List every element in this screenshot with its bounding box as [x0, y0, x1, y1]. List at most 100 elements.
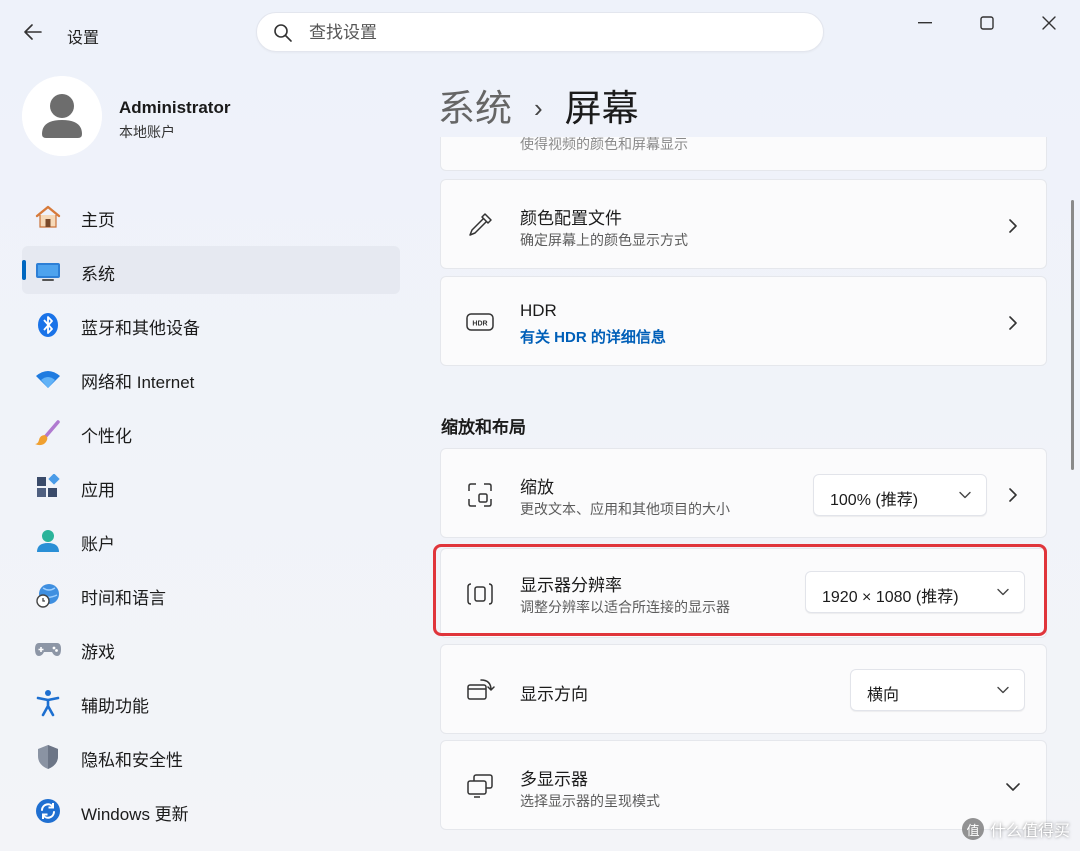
brush-icon: [34, 420, 62, 446]
hdr-info-link[interactable]: 有关 HDR 的详细信息: [520, 326, 666, 347]
sidebar-item-windows-update[interactable]: Windows 更新: [22, 786, 400, 834]
sidebar-item-label: 隐私和安全性: [81, 751, 183, 770]
resolution-subtitle: 调整分辨率以适合所连接的显示器: [520, 599, 730, 615]
title-bar: 设置: [0, 0, 1080, 64]
orientation-icon: [465, 675, 495, 705]
chevron-right-icon: [1004, 216, 1022, 236]
sidebar-item-accessibility[interactable]: 辅助功能: [22, 678, 400, 726]
settings-window: 设置 Administrator 本地账户 主页: [0, 0, 1080, 851]
orientation-card[interactable]: 显示方向 横向: [440, 644, 1047, 734]
partial-card[interactable]: 使得视频的颜色和屏幕显示: [440, 137, 1047, 171]
resolution-card[interactable]: 显示器分辨率 调整分辨率以适合所连接的显示器 1920 × 1080 (推荐): [440, 548, 1047, 638]
sidebar-item-label: 时间和语言: [81, 589, 166, 608]
multiple-displays-icon: [465, 771, 495, 801]
chevron-right-icon: [1004, 313, 1022, 333]
scale-title: 缩放: [520, 478, 554, 497]
chevron-down-icon: [997, 686, 1009, 694]
sidebar-item-label: 网络和 Internet: [81, 373, 195, 392]
close-button[interactable]: [1026, 8, 1072, 38]
arrow-left-icon: [24, 24, 42, 40]
sidebar-nav: 主页 系统 蓝牙和其他设备 网络和 Internet 个性化 应用 账户 时间和…: [22, 192, 400, 840]
sidebar-item-network[interactable]: 网络和 Internet: [22, 354, 400, 402]
eyedropper-icon: [465, 210, 495, 240]
scale-card[interactable]: 缩放 更改文本、应用和其他项目的大小 100% (推荐): [440, 448, 1047, 538]
multi-display-subtitle: 选择显示器的呈现模式: [520, 793, 660, 809]
color-profile-card[interactable]: 颜色配置文件 确定屏幕上的颜色显示方式: [440, 179, 1047, 269]
orientation-dropdown[interactable]: 横向: [850, 669, 1025, 711]
maximize-button[interactable]: [964, 8, 1010, 38]
breadcrumb-separator: ›: [534, 93, 543, 123]
scrollbar-thumb[interactable]: [1071, 200, 1074, 470]
gamepad-icon: [34, 636, 62, 662]
resolution-title: 显示器分辨率: [520, 576, 622, 595]
orientation-dropdown-value: 横向: [867, 687, 900, 704]
color-profile-title: 颜色配置文件: [520, 209, 622, 228]
color-profile-subtitle: 确定屏幕上的颜色显示方式: [520, 232, 688, 248]
clock-globe-icon: [34, 582, 62, 608]
sidebar-item-accounts[interactable]: 账户: [22, 516, 400, 564]
sidebar-item-label: 系统: [81, 265, 115, 284]
apps-icon: [34, 474, 62, 500]
scale-subtitle: 更改文本、应用和其他项目的大小: [520, 501, 730, 517]
chevron-down-icon: [997, 588, 1009, 596]
settings-content: 使得视频的颜色和屏幕显示 颜色配置文件 确定屏幕上的颜色显示方式 HDR HDR…: [440, 137, 1052, 851]
update-icon: [34, 798, 62, 824]
active-indicator: [22, 260, 26, 280]
hdr-card[interactable]: HDR HDR 有关 HDR 的详细信息: [440, 276, 1047, 366]
sidebar-item-gaming[interactable]: 游戏: [22, 624, 400, 672]
hdr-title: HDR: [520, 301, 557, 320]
sidebar-item-personalization[interactable]: 个性化: [22, 408, 400, 456]
sidebar-item-system[interactable]: 系统: [22, 246, 400, 294]
minimize-button[interactable]: [902, 8, 948, 38]
sidebar-item-bluetooth[interactable]: 蓝牙和其他设备: [22, 300, 400, 348]
resolution-dropdown-value: 1920 × 1080 (推荐): [822, 589, 959, 606]
sidebar-item-home[interactable]: 主页: [22, 192, 400, 240]
sidebar-item-label: 主页: [81, 211, 115, 230]
sidebar-item-label: 个性化: [81, 427, 132, 446]
search-icon: [274, 24, 292, 42]
resolution-icon: [465, 579, 495, 609]
watermark-text: 什么值得买: [989, 823, 1070, 840]
home-icon: [34, 204, 62, 230]
svg-text:HDR: HDR: [472, 321, 487, 328]
chevron-down-icon: [959, 491, 971, 499]
app-title: 设置: [67, 30, 100, 47]
sidebar-item-label: 辅助功能: [81, 697, 149, 716]
watermark: 值 什么值得买: [961, 817, 1070, 841]
page-title: 屏幕: [564, 88, 639, 129]
sidebar-item-label: 游戏: [81, 643, 115, 662]
hdr-icon: HDR: [465, 307, 495, 337]
scale-icon: [465, 480, 495, 510]
sidebar-item-label: 蓝牙和其他设备: [81, 319, 200, 338]
orientation-title: 显示方向: [520, 685, 588, 704]
sidebar-item-privacy-security[interactable]: 隐私和安全性: [22, 732, 400, 780]
breadcrumb: 系统 › 屏幕: [438, 78, 639, 132]
breadcrumb-parent[interactable]: 系统: [438, 88, 512, 129]
avatar[interactable]: [22, 76, 102, 156]
resolution-dropdown[interactable]: 1920 × 1080 (推荐): [805, 571, 1025, 613]
sidebar-item-time-language[interactable]: 时间和语言: [22, 570, 400, 618]
chevron-down-icon[interactable]: [1004, 777, 1022, 797]
multi-display-title: 多显示器: [520, 770, 588, 789]
search-box[interactable]: [256, 12, 824, 52]
section-title-scale-layout: 缩放和布局: [441, 418, 526, 437]
user-name: Administrator: [119, 98, 231, 117]
sidebar-item-label: Windows 更新: [81, 805, 189, 824]
multi-display-card[interactable]: 多显示器 选择显示器的呈现模式: [440, 740, 1047, 830]
person-icon: [34, 528, 62, 554]
sidebar-item-apps[interactable]: 应用: [22, 462, 400, 510]
accessibility-icon: [34, 690, 62, 717]
wifi-icon: [34, 366, 62, 392]
user-avatar-icon: [22, 76, 102, 156]
chevron-right-icon[interactable]: [1004, 485, 1022, 505]
search-input[interactable]: [309, 21, 789, 45]
display-icon: [34, 258, 62, 284]
sidebar-item-label: 应用: [81, 481, 115, 500]
sidebar-item-label: 账户: [81, 535, 115, 554]
scale-dropdown-value: 100% (推荐): [830, 492, 919, 509]
account-type: 本地账户: [119, 124, 175, 140]
bluetooth-icon: [34, 312, 62, 338]
scale-dropdown[interactable]: 100% (推荐): [813, 474, 987, 516]
shield-icon: [34, 744, 62, 770]
back-button[interactable]: [18, 18, 48, 46]
